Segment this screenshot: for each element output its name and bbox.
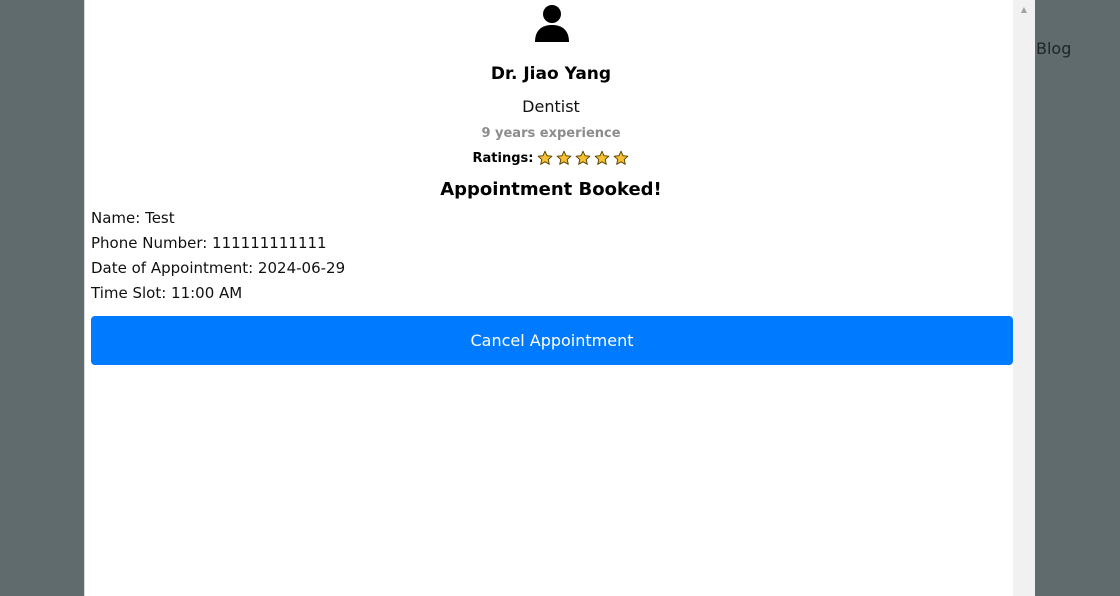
scroll-up-arrow-icon[interactable]: ▲ (1013, 2, 1035, 16)
detail-time-slot: Time Slot: 11:00 AM (91, 284, 243, 302)
doctor-experience: 9 years experience (481, 126, 621, 141)
appointment-modal: Dr. Jiao Yang Dentist 9 years experience… (84, 0, 1035, 596)
star-icon (538, 150, 553, 165)
user-profile-icon (535, 5, 569, 42)
doctor-name: Dr. Jiao Yang (490, 64, 612, 84)
cancel-appointment-button[interactable]: Cancel Appointment (91, 316, 1013, 365)
nav-link-blog[interactable]: Blog (1036, 39, 1071, 58)
rating-stars (537, 150, 629, 166)
star-icon (595, 150, 610, 165)
scrollbar[interactable]: ▲ (1013, 0, 1035, 596)
ratings-row: Ratings: (85, 150, 1017, 166)
ratings-label: Ratings: (472, 150, 534, 166)
detail-name: Name: Test (91, 209, 175, 227)
star-icon (614, 150, 629, 165)
doctor-specialty: Dentist (522, 97, 580, 116)
star-icon (557, 150, 572, 165)
star-icon (576, 150, 591, 165)
booked-title: Appointment Booked! (440, 179, 662, 200)
modal-content: Dr. Jiao Yang Dentist 9 years experience… (85, 0, 1013, 596)
detail-date: Date of Appointment: 2024-06-29 (91, 259, 346, 277)
detail-phone: Phone Number: 111111111111 (91, 234, 327, 252)
